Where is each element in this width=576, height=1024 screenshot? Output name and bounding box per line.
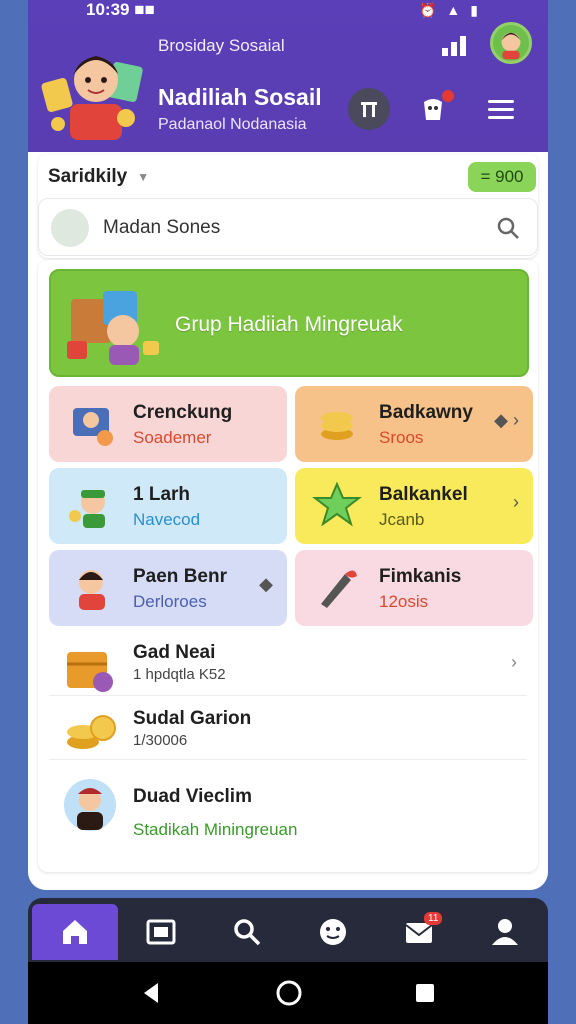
category-tile-title: 1 Larh [133, 484, 191, 505]
search-input[interactable]: Madan Sones [103, 217, 220, 239]
list-item-icon [67, 652, 113, 692]
back-button[interactable] [136, 978, 166, 1008]
list-item[interactable]: Duad Vieclim Stadikah Miningreuan [49, 760, 527, 860]
chevron-right-icon: ◆ [259, 574, 273, 594]
battery-icon: ▮ [470, 2, 478, 18]
filter-card: Saridkily ▼ = 900 Madan Sones [38, 154, 538, 258]
chevron-right-icon: › [511, 652, 517, 672]
recents-button[interactable] [410, 978, 440, 1008]
category-tile[interactable]: Crenckung Soademer [49, 386, 287, 462]
category-tile-icon [321, 570, 357, 608]
notification-dot [442, 90, 454, 102]
status-time: 10:39 ■■ [86, 0, 155, 19]
app-header: 10:39 ■■ ⏰ ▲ ▮ Brosiday Sosaial Nadiliah… [28, 0, 548, 152]
category-tile-title: Paen Benr [133, 566, 227, 587]
category-tile[interactable]: Balkankel Jcanb › [295, 468, 533, 544]
category-tile-subtitle: Jcanb [379, 510, 425, 529]
category-tile[interactable]: Badkawny Sroos ◆ › [295, 386, 533, 462]
selector-label: Saridkily [48, 166, 128, 187]
category-tile-icon [312, 481, 362, 527]
profile-icon [492, 919, 518, 945]
home-circle-icon [276, 980, 302, 1006]
balance-badge[interactable]: = 900 [468, 162, 536, 192]
category-tile[interactable]: Fimkanis 12osis [295, 550, 533, 626]
header-top-label: Brosiday Sosaial [158, 36, 285, 55]
category-tile-icon [69, 490, 105, 528]
gallery-icon [146, 919, 176, 945]
alarm-icon: ⏰ [418, 2, 437, 18]
nav-emoji[interactable] [290, 904, 376, 960]
system-nav-bar [28, 962, 548, 1024]
content-area: Saridkily ▼ = 900 Madan Sones Grup Hadii… [38, 154, 538, 874]
list-item-title: Gad Neai [133, 642, 216, 663]
list-item[interactable]: Gad Neai 1 hpdqtla K52 › [49, 632, 527, 696]
category-tile-icon [79, 570, 105, 610]
mail-badge: 11 [424, 912, 443, 925]
app-window: 10:39 ■■ ⏰ ▲ ▮ Brosiday Sosaial Nadiliah… [28, 0, 548, 890]
category-tile[interactable]: 1 Larh Navecod [49, 468, 287, 544]
category-tile[interactable]: Paen Benr Derloroes ◆ [49, 550, 287, 626]
page-subtitle: Padanaol Nodanasia [158, 116, 307, 133]
search-icon [234, 919, 261, 946]
emoji-icon [320, 919, 346, 945]
category-tile-subtitle: Navecod [133, 510, 201, 529]
list-item-subtitle: 1 hpdqtla K52 [133, 666, 226, 683]
list-item-title: Duad Vieclim [133, 786, 252, 807]
search-avatar [51, 209, 89, 247]
home-icon [63, 920, 87, 944]
user-avatar[interactable] [490, 22, 532, 64]
bottom-nav: 11 [28, 898, 548, 962]
hamburger-menu-icon [488, 100, 514, 119]
home-system-button[interactable] [274, 978, 304, 1008]
nav-gallery[interactable] [118, 904, 204, 960]
category-tile-icon [73, 408, 113, 446]
menu-button[interactable] [480, 88, 522, 130]
category-tile-title: Fimkanis [379, 566, 462, 587]
category-tile-title: Crenckung [133, 402, 233, 423]
gate-icon [361, 102, 377, 117]
chevron-right-icon: › [513, 492, 519, 512]
category-tile-subtitle: 12osis [379, 592, 429, 611]
status-icons: ⏰ ▲ ▮ [419, 2, 478, 19]
promo-banner[interactable]: Grup Hadiiah Mingreuak [49, 269, 529, 377]
list-item-title: Sudal Garion [133, 708, 252, 729]
category-tile-icon [321, 412, 353, 440]
category-selector[interactable]: Saridkily ▼ [48, 166, 149, 188]
nav-home[interactable] [32, 904, 118, 960]
signal-bars-icon [442, 36, 466, 56]
nav-search[interactable] [204, 904, 290, 960]
list-item-icon [64, 779, 116, 831]
nav-profile[interactable] [462, 904, 548, 960]
banner-label: Grup Hadiiah Mingreuak [175, 313, 403, 336]
list-item[interactable]: Sudal Garion 1/30006 [49, 696, 527, 760]
back-triangle-icon [144, 983, 158, 1003]
list-item-subtitle: Stadikah Miningreuan [133, 820, 298, 839]
category-tile-subtitle: Derloroes [133, 592, 207, 611]
gate-button[interactable] [348, 88, 390, 130]
chevron-down-icon: ▼ [137, 169, 150, 184]
category-tile-subtitle: Sroos [379, 428, 424, 447]
wifi-icon: ▲ [446, 2, 461, 18]
status-bar: 10:39 ■■ ⏰ ▲ ▮ [28, 0, 548, 22]
recents-square-icon [416, 984, 434, 1002]
category-tile-title: Badkawny [379, 402, 473, 423]
page-title: Nadiliah Sosail [158, 84, 322, 110]
search-bar[interactable]: Madan Sones [38, 198, 538, 256]
chevron-right-icon: ◆ › [494, 410, 519, 430]
list-item-subtitle: 1/30006 [133, 732, 188, 749]
nav-mail[interactable]: 11 [376, 904, 462, 960]
category-tile-subtitle: Soademer [133, 428, 212, 447]
category-tile-title: Balkankel [379, 484, 468, 505]
balance-value: = 900 [480, 167, 524, 186]
search-icon[interactable] [495, 215, 521, 241]
list-item-icon [67, 715, 116, 749]
gift-boxes-icon [67, 291, 159, 365]
avatar-face-icon [501, 32, 521, 60]
mascot-illustration [41, 56, 143, 140]
main-card: Grup Hadiiah Mingreuak Crenckung Soademer… [38, 260, 538, 872]
notifications-button[interactable] [412, 88, 454, 130]
